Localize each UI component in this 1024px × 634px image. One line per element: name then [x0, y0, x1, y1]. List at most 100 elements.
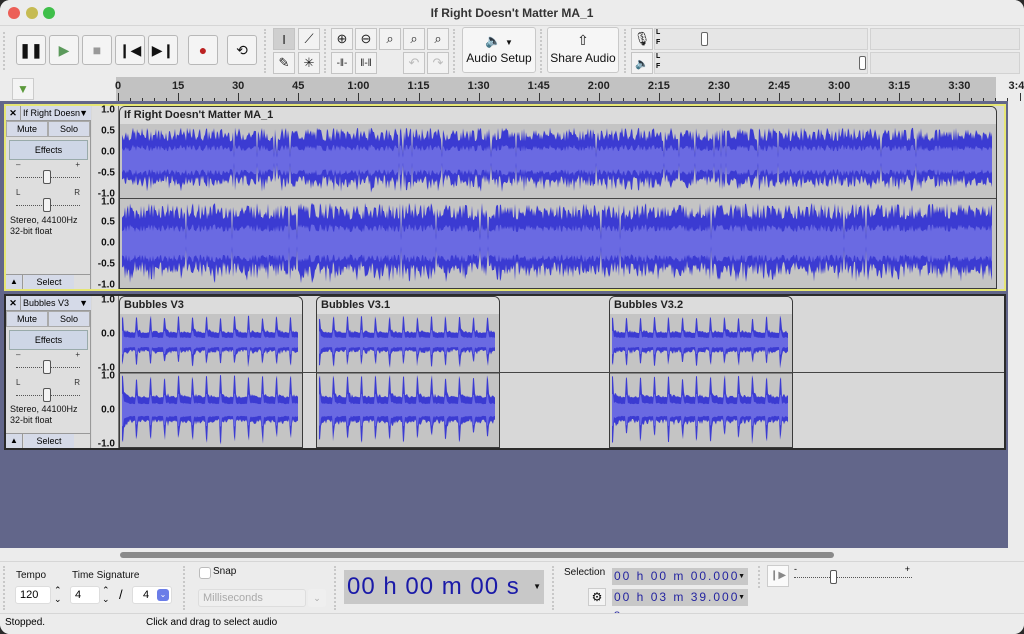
- clip-title[interactable]: If Right Doesn't Matter MA_1: [120, 107, 996, 124]
- toolbar-grip[interactable]: [540, 29, 545, 73]
- chevron-down-icon[interactable]: ⌄: [308, 589, 326, 607]
- toolbar-grip[interactable]: [183, 566, 188, 610]
- skip-to-start-button[interactable]: ❙◀: [115, 35, 145, 65]
- gain-slider-thumb[interactable]: [43, 360, 51, 374]
- silence-button[interactable]: ‖-‖: [355, 52, 377, 74]
- snap-unit-select[interactable]: Milliseconds: [198, 589, 306, 607]
- chevron-down-icon[interactable]: ▼: [533, 570, 542, 604]
- vertical-scrollbar[interactable]: [1008, 101, 1024, 548]
- playback-volume-slider[interactable]: [859, 56, 866, 70]
- toolbar-grip[interactable]: [758, 566, 763, 588]
- effects-button[interactable]: Effects: [9, 140, 88, 160]
- record-meter[interactable]: L F: [654, 28, 868, 50]
- mute-button[interactable]: Mute: [6, 311, 48, 327]
- clip-title[interactable]: Bubbles V3.2: [610, 297, 792, 314]
- undo-icon: ↶: [408, 55, 420, 70]
- playback-meter[interactable]: L F: [654, 52, 868, 74]
- record-meter-button[interactable]: 🎙: [631, 28, 653, 50]
- ruler-track-area[interactable]: 0 15 30 45 1:00 1:15 1:30 1:45 2:00 2:15 2:30 2:45 3…: [115, 77, 1024, 101]
- mute-button[interactable]: Mute: [6, 121, 48, 137]
- timeline-ruler[interactable]: ▼ 0 15 30 45 1:00 1:15 1:30 1:45 2:00 2:15 2:30 2:4…: [0, 77, 1024, 101]
- tempo-stepper-icon[interactable]: ⌃ ⌄: [54, 586, 62, 604]
- chevron-down-icon[interactable]: ▼: [738, 568, 747, 585]
- zoom-in-button[interactable]: ⊕: [331, 28, 353, 50]
- solo-button[interactable]: Solo: [48, 311, 90, 327]
- snap-checkbox[interactable]: [199, 567, 211, 579]
- speed-slider-thumb[interactable]: [830, 570, 837, 584]
- stop-button[interactable]: ■: [82, 35, 112, 65]
- playback-speed-slider[interactable]: - +: [794, 564, 912, 586]
- track-lane[interactable]: Bubbles V3 Bubbles V3.1 Bubbles V3.2: [119, 296, 1004, 448]
- solo-button[interactable]: Solo: [48, 121, 90, 137]
- effects-button[interactable]: Effects: [9, 330, 88, 350]
- trim-button[interactable]: -‖-: [331, 52, 353, 74]
- pan-slider[interactable]: LR: [16, 188, 80, 212]
- select-track-button[interactable]: Select: [24, 434, 74, 448]
- status-hint: Click and drag to select audio: [146, 617, 278, 628]
- fit-project-button[interactable]: ⌕: [403, 28, 425, 50]
- time-signature-denominator-select[interactable]: 4 ⌄: [132, 586, 172, 604]
- toolbar-grip[interactable]: [3, 566, 8, 610]
- audio-clip[interactable]: If Right Doesn't Matter MA_1: [119, 106, 997, 289]
- gain-slider-thumb[interactable]: [43, 170, 51, 184]
- time-signature-label: Time Signature: [72, 570, 140, 581]
- pan-slider-thumb[interactable]: [43, 198, 51, 212]
- gain-slider[interactable]: – +: [16, 160, 80, 184]
- toolbar-grip[interactable]: [264, 29, 269, 73]
- clip-title[interactable]: Bubbles V3.1: [317, 297, 499, 314]
- playback-meter-button[interactable]: 🔈: [631, 52, 653, 74]
- gain-slider[interactable]: – +: [16, 350, 80, 374]
- selection-tool[interactable]: I: [273, 28, 295, 50]
- loop-button[interactable]: ⟲: [227, 35, 257, 65]
- selection-settings-gear-icon[interactable]: ⚙: [588, 588, 606, 606]
- close-track-icon[interactable]: ✕: [6, 106, 21, 121]
- close-track-icon[interactable]: ✕: [6, 296, 21, 311]
- track-name-menu[interactable]: Bubbles V3: [23, 296, 69, 310]
- ruler-tick: [658, 93, 660, 101]
- audio-track[interactable]: ✕ If Right Doesn ▼ Mute Solo Effects – + …: [4, 104, 1006, 291]
- skip-to-end-button[interactable]: ▶❙: [148, 35, 178, 65]
- play-button[interactable]: ▶: [49, 35, 79, 65]
- draw-tool[interactable]: ✎: [273, 52, 295, 74]
- select-track-button[interactable]: Select: [24, 275, 74, 289]
- pan-slider-thumb[interactable]: [43, 388, 51, 402]
- selection-end-time[interactable]: 00 h 03 m 39.000 s▼: [612, 589, 748, 621]
- timeline-options-button[interactable]: ▼: [12, 78, 34, 100]
- toolbar-grip[interactable]: [624, 29, 629, 73]
- pause-button[interactable]: ❚❚: [16, 35, 46, 65]
- track-name-menu[interactable]: If Right Doesn: [23, 106, 80, 120]
- play-at-speed-button[interactable]: ❙▶: [767, 565, 789, 587]
- toolbar-grip[interactable]: [324, 29, 329, 73]
- record-volume-slider[interactable]: [701, 32, 708, 46]
- time-display[interactable]: 00 h 00 m 00 s ▼: [344, 570, 544, 604]
- audio-setup-button[interactable]: 🔈 ▼ Audio Setup: [462, 27, 536, 73]
- collapse-track-icon[interactable]: ▲: [6, 275, 23, 289]
- undo-button[interactable]: ↶: [403, 52, 425, 74]
- track-name-bar[interactable]: ✕ Bubbles V3 ▼: [6, 296, 91, 311]
- record-button[interactable]: ●: [188, 35, 218, 65]
- share-audio-button[interactable]: ⇧ Share Audio: [547, 27, 619, 73]
- envelope-tool[interactable]: ⟋: [298, 28, 320, 50]
- time-signature-numerator-input[interactable]: 4: [70, 586, 100, 604]
- numerator-stepper-icon[interactable]: ⌃ ⌄: [102, 586, 110, 604]
- chevron-down-icon[interactable]: ▼: [738, 589, 747, 606]
- redo-button[interactable]: ↷: [427, 52, 449, 74]
- audio-track[interactable]: ✕ Bubbles V3 ▼ Mute Solo Effects – + LR S…: [4, 294, 1006, 450]
- multi-tool[interactable]: ✳: [298, 52, 320, 74]
- clip-title[interactable]: Bubbles V3: [120, 297, 302, 314]
- toolbar-grip[interactable]: [453, 29, 458, 73]
- track-name-bar[interactable]: ✕ If Right Doesn ▼: [6, 106, 91, 121]
- selection-start-time[interactable]: 00 h 00 m 00.000 s▼: [612, 568, 748, 600]
- horizontal-scrollbar-thumb[interactable]: [120, 552, 834, 558]
- pan-slider[interactable]: LR: [16, 378, 80, 402]
- track-lane[interactable]: If Right Doesn't Matter MA_1: [119, 106, 1004, 289]
- zoom-toggle-button[interactable]: ⌕: [427, 28, 449, 50]
- zoom-out-button[interactable]: ⊖: [355, 28, 377, 50]
- toolbar-grip[interactable]: [3, 32, 8, 70]
- toolbar-grip[interactable]: [552, 566, 557, 610]
- tempo-input[interactable]: 120: [15, 586, 51, 604]
- collapse-track-icon[interactable]: ▲: [6, 434, 23, 448]
- toolbar-grip[interactable]: [334, 566, 339, 610]
- horizontal-scrollbar[interactable]: [0, 548, 1024, 561]
- fit-selection-button[interactable]: ⌕: [379, 28, 401, 50]
